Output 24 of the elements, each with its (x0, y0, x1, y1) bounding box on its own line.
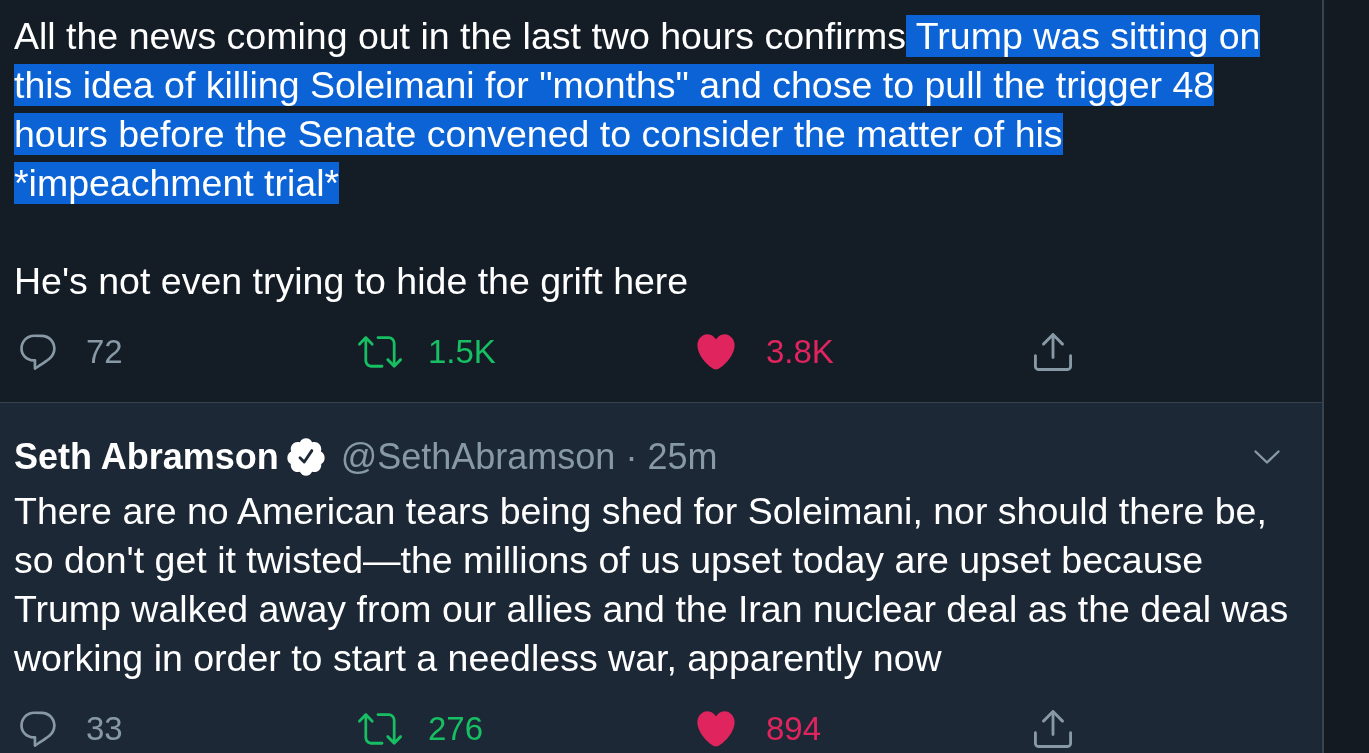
reply-button[interactable]: 72 (18, 332, 125, 372)
speech-bubble-icon (20, 711, 56, 747)
heart-icon (696, 710, 736, 748)
retweet-button[interactable]: 276 (356, 709, 486, 749)
chevron-down-icon[interactable] (1254, 450, 1280, 464)
retweet-button[interactable]: 1.5K (356, 332, 498, 372)
tweet-text: All the news coming out in the last two hours confirms Trump was sitting on this idea of killing Soleimani for "months" and chose to pull the trigger 48 hours before the Senate convened to consider the matter of his *impeachment trial* (14, 14, 1262, 206)
timestamp[interactable]: 25m (647, 436, 718, 478)
author-handle[interactable]: @SethAbramson (340, 436, 616, 478)
tweet-text: He's not even trying to hide the grift here (14, 259, 690, 304)
share-button[interactable] (1032, 332, 1074, 372)
retweet-icon (358, 336, 402, 368)
share-button[interactable] (1032, 709, 1074, 749)
heart-icon (696, 333, 736, 371)
share-icon (1034, 710, 1072, 748)
retweet-icon (358, 713, 402, 745)
author-name[interactable]: Seth Abramson (14, 436, 279, 478)
like-button[interactable]: 894 (694, 709, 824, 749)
share-icon (1034, 333, 1072, 371)
tweet-text: There are no American tears being shed for Soleimani, nor should there be, so don't get it twisted—the millions of us upset today are upset because Trump walked away from our allies and the Iran nuclear deal as the deal was working in order to start a needless war, apparently now (14, 489, 1290, 681)
like-button[interactable]: 3.8K (694, 332, 836, 372)
separator-dot: · (625, 436, 638, 478)
speech-bubble-icon (20, 334, 56, 370)
reply-button[interactable]: 33 (18, 709, 125, 749)
